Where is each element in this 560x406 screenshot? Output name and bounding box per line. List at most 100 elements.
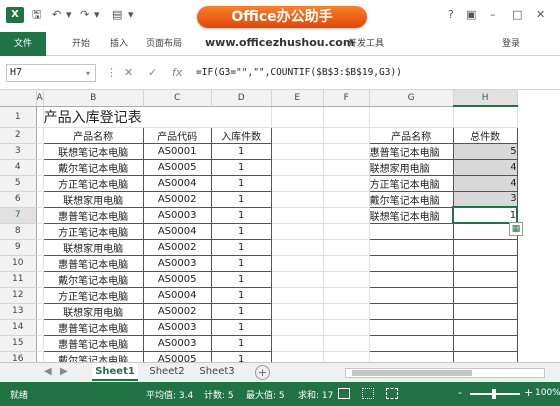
spreadsheet-grid[interactable]: A B C D E F G H 1 产品入库登记表 2 产品名称 产品代码 入库件数 产品名… [0, 90, 560, 362]
product-name-cell[interactable]: 方正笔记本电脑 [42, 174, 144, 192]
row-header[interactable]: 14 [0, 319, 37, 336]
summary-empty-cell[interactable] [368, 238, 454, 256]
summary-empty-cell[interactable] [368, 254, 454, 272]
cell-a[interactable] [36, 351, 44, 362]
summary-empty-cell[interactable] [452, 222, 518, 240]
product-code-cell[interactable]: AS0005 [142, 350, 212, 362]
cell-e[interactable] [271, 319, 324, 336]
quantity-cell[interactable]: 1 [210, 158, 272, 176]
quantity-cell[interactable]: 1 [210, 190, 272, 208]
header-product-name[interactable]: 产品名称 [42, 126, 144, 144]
minimize-icon[interactable]: – [490, 8, 496, 22]
product-name-cell[interactable]: 方正笔记本电脑 [42, 222, 144, 240]
cell-a[interactable] [36, 191, 44, 208]
product-code-cell[interactable]: AS0003 [142, 206, 212, 224]
product-name-cell[interactable]: 方正笔记本电脑 [42, 286, 144, 304]
row-header[interactable]: 16 [0, 351, 37, 362]
summary-empty-cell[interactable] [368, 222, 454, 240]
product-code-cell[interactable]: AS0004 [142, 222, 212, 240]
redo-icon[interactable]: ↷ [80, 8, 89, 22]
summary-empty-cell[interactable] [452, 238, 518, 256]
row-header[interactable]: 1 [0, 106, 37, 128]
cell-e[interactable] [271, 255, 324, 272]
add-sheet-button[interactable]: + [255, 365, 270, 380]
cell-a[interactable] [36, 223, 44, 240]
summary-empty-cell[interactable] [452, 270, 518, 288]
column-header-h[interactable]: H [453, 90, 518, 107]
row-header[interactable]: 2 [0, 127, 37, 144]
customize-qat-icon[interactable]: ▾ [128, 8, 134, 22]
cell-h[interactable] [453, 106, 518, 128]
cell-e[interactable] [271, 127, 324, 144]
summary-empty-cell[interactable] [368, 318, 454, 336]
cell-a[interactable] [36, 175, 44, 192]
product-name-cell[interactable]: 联想笔记本电脑 [42, 142, 144, 160]
tab-insert[interactable]: 插入 [110, 36, 128, 52]
quantity-cell[interactable]: 1 [210, 302, 272, 320]
save-icon[interactable]: 🖫 [32, 8, 41, 22]
product-code-cell[interactable]: AS0001 [142, 142, 212, 160]
cell-a[interactable] [36, 271, 44, 288]
zoom-slider-thumb[interactable] [492, 389, 496, 399]
cell-f[interactable] [323, 207, 370, 224]
product-name-cell[interactable]: 惠普笔记本电脑 [42, 318, 144, 336]
quantity-cell[interactable]: 1 [210, 142, 272, 160]
product-name-cell[interactable]: 惠普笔记本电脑 [42, 206, 144, 224]
cell-f[interactable] [323, 319, 370, 336]
cell-a[interactable] [36, 255, 44, 272]
column-header-f[interactable]: F [323, 90, 370, 107]
cell-e[interactable] [271, 271, 324, 288]
sheet-title[interactable]: 产品入库登记表 [43, 106, 272, 128]
tab-page-layout[interactable]: 页面布局 [146, 36, 182, 52]
cell-f[interactable] [323, 335, 370, 352]
product-code-cell[interactable]: AS0002 [142, 190, 212, 208]
summary-empty-cell[interactable] [452, 334, 518, 352]
header-product-code[interactable]: 产品代码 [142, 126, 212, 144]
cell-e[interactable] [271, 191, 324, 208]
redo-dropdown-icon[interactable]: ▾ [94, 8, 100, 22]
cell-e[interactable] [271, 287, 324, 304]
summary-empty-cell[interactable] [368, 334, 454, 352]
quantity-cell[interactable]: 1 [210, 318, 272, 336]
product-name-cell[interactable]: 联想家用电脑 [42, 238, 144, 256]
summary-empty-cell[interactable] [368, 286, 454, 304]
product-code-cell[interactable]: AS0003 [142, 318, 212, 336]
summary-empty-cell[interactable] [452, 350, 518, 362]
summary-empty-cell[interactable] [452, 302, 518, 320]
header-summary-name[interactable]: 产品名称 [368, 126, 454, 144]
summary-name-cell[interactable]: 戴尔笔记本电脑 [368, 190, 454, 208]
column-header-a[interactable]: A [36, 90, 44, 107]
product-name-cell[interactable]: 戴尔笔记本电脑 [42, 158, 144, 176]
cell-a[interactable] [36, 319, 44, 336]
product-name-cell[interactable]: 戴尔笔记本电脑 [42, 270, 144, 288]
cell-f[interactable] [323, 287, 370, 304]
cell-g[interactable] [369, 106, 454, 128]
cell-a[interactable] [36, 106, 44, 128]
row-header[interactable]: 9 [0, 239, 37, 256]
print-preview-icon[interactable]: ▤ [112, 8, 122, 22]
select-all-corner[interactable] [0, 90, 37, 107]
row-header[interactable]: 10 [0, 255, 37, 272]
summary-total-cell[interactable]: 5 [452, 142, 518, 160]
zoom-out-icon[interactable]: - [458, 386, 462, 399]
row-header[interactable]: 12 [0, 287, 37, 304]
column-header-b[interactable]: B [43, 90, 144, 107]
cell-a[interactable] [36, 207, 44, 224]
row-header[interactable]: 11 [0, 271, 37, 288]
summary-total-cell[interactable]: 4 [452, 174, 518, 192]
product-code-cell[interactable]: AS0003 [142, 254, 212, 272]
product-code-cell[interactable]: AS0005 [142, 158, 212, 176]
undo-dropdown-icon[interactable]: ▾ [66, 8, 72, 22]
row-header[interactable]: 4 [0, 159, 37, 176]
cell-e[interactable] [271, 303, 324, 320]
undo-icon[interactable]: ↶ [52, 8, 61, 22]
quantity-cell[interactable]: 1 [210, 254, 272, 272]
cell-f[interactable] [323, 351, 370, 362]
name-box[interactable]: H7 [6, 64, 96, 82]
product-code-cell[interactable]: AS0005 [142, 270, 212, 288]
cell-f[interactable] [323, 223, 370, 240]
maximize-icon[interactable]: □ [512, 8, 522, 22]
row-header[interactable]: 5 [0, 175, 37, 192]
quick-analysis-icon[interactable]: ▦ [509, 222, 523, 236]
product-name-cell[interactable]: 联想家用电脑 [42, 302, 144, 320]
